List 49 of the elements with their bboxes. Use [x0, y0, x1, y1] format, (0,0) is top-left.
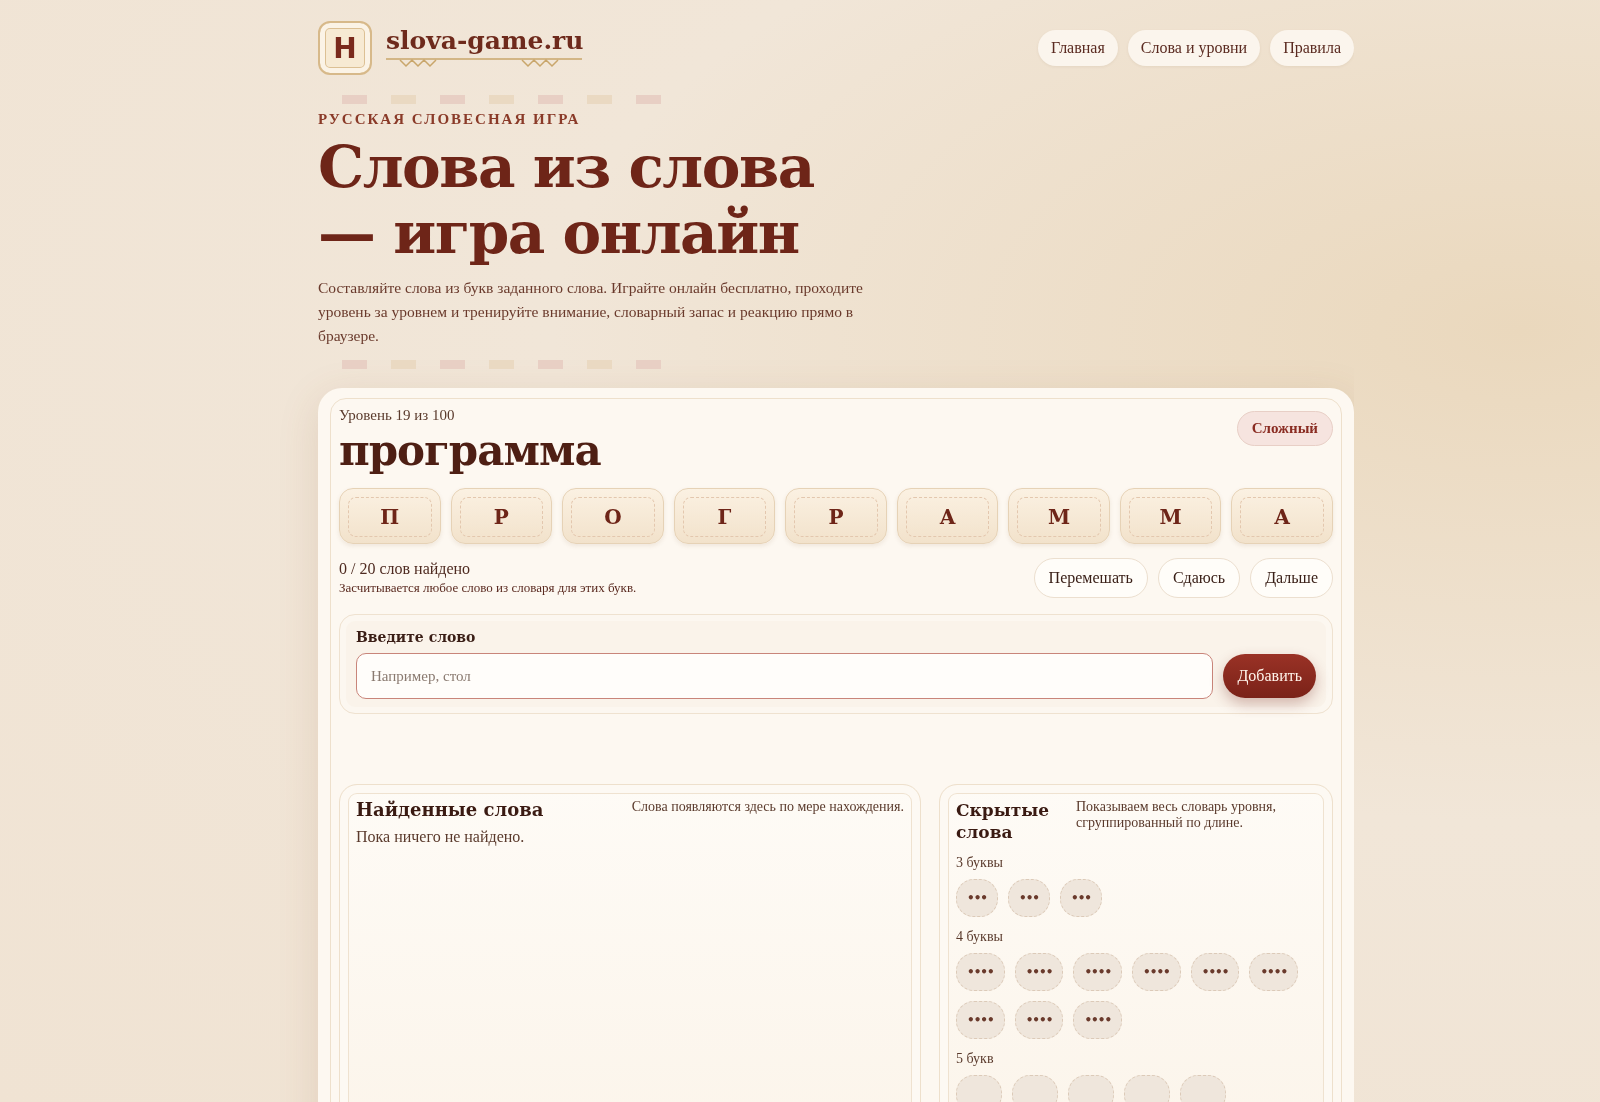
- rule-note: Засчитывается любое слово из словаря для этих букв.: [339, 580, 637, 596]
- page-title: Слова из слова: [318, 134, 814, 200]
- panel-title: Найденные слова: [356, 799, 544, 820]
- level-label: Уровень 19 из 100: [339, 407, 456, 424]
- field-label: Введите слово: [356, 629, 477, 645]
- add-button[interactable]: Добавить: [1223, 654, 1316, 698]
- description: Составляйте слова из букв заданного слова. Играйте онлайн бесплатно, проходите уровень за уровнем и тренируйте внимание, словарный запас и реакцию прямо в браузере.: [318, 278, 864, 346]
- hidden-word-tile: ••••: [1132, 953, 1181, 991]
- letter-tile[interactable]: Р: [785, 488, 887, 544]
- action-button[interactable]: Сдаюсь: [1157, 558, 1241, 598]
- letter-tile[interactable]: П: [339, 488, 441, 544]
- difficulty-badge: Сложный: [1236, 411, 1333, 446]
- panel-title: Скрытые слова: [956, 799, 1051, 843]
- nav-link[interactable]: Правила: [1270, 30, 1354, 66]
- hidden-word-tile: •••: [1008, 879, 1051, 917]
- letter-tile[interactable]: А: [896, 488, 999, 544]
- hidden-word-tile: ••••: [1073, 953, 1123, 991]
- panel-hint: Показываем весь словарь уровня, сгруппированный по длине.: [1076, 799, 1278, 831]
- group-label: 4 буквы: [956, 929, 1004, 945]
- empty-message: Пока ничего не найдено.: [356, 828, 526, 846]
- nav-link[interactable]: Слова и уровни: [1127, 30, 1261, 66]
- letter-tile[interactable]: М: [1008, 488, 1110, 544]
- site-name[interactable]: slova-game.ru: [386, 27, 584, 55]
- word-input-field[interactable]: Например, стол: [356, 653, 1214, 699]
- hidden-word-tile: ••••: [956, 953, 1005, 991]
- hidden-word-tile: ••••: [1014, 1001, 1064, 1039]
- hidden-word-tile: •••: [956, 879, 998, 917]
- panel-hint: Слова появляются здесь по мере нахождения.: [631, 799, 904, 815]
- hidden-word-tile: •••: [1060, 879, 1103, 917]
- page-title: — игра онлайн: [318, 200, 799, 266]
- action-button[interactable]: Перемешать: [1033, 558, 1148, 598]
- group-label: 5 букв: [956, 1051, 995, 1067]
- letter-tile[interactable]: А: [1231, 488, 1333, 544]
- letter-tile[interactable]: Г: [673, 488, 776, 544]
- logo-icon[interactable]: Н: [318, 21, 372, 75]
- letter-tile[interactable]: О: [562, 488, 664, 544]
- letter-tile[interactable]: М: [1119, 488, 1222, 544]
- group-label: 3 буквы: [956, 855, 1004, 871]
- progress-count: 0 / 20 слов найдено: [339, 560, 472, 578]
- nav-link[interactable]: Главная: [1038, 30, 1118, 66]
- action-button[interactable]: Дальше: [1250, 558, 1333, 598]
- hidden-word-tile: ••••: [956, 1001, 1005, 1039]
- kicker: РУССКАЯ СЛОВЕСНАЯ ИГРА: [318, 111, 582, 128]
- hidden-word-tile: ••••: [1249, 953, 1299, 991]
- letter-tile[interactable]: Р: [450, 488, 553, 544]
- hidden-word-tile: ••••: [1073, 1001, 1123, 1039]
- source-word: программа: [339, 425, 601, 477]
- hidden-word-tile: ••••: [1190, 953, 1240, 991]
- hidden-word-tile: ••••: [1014, 953, 1064, 991]
